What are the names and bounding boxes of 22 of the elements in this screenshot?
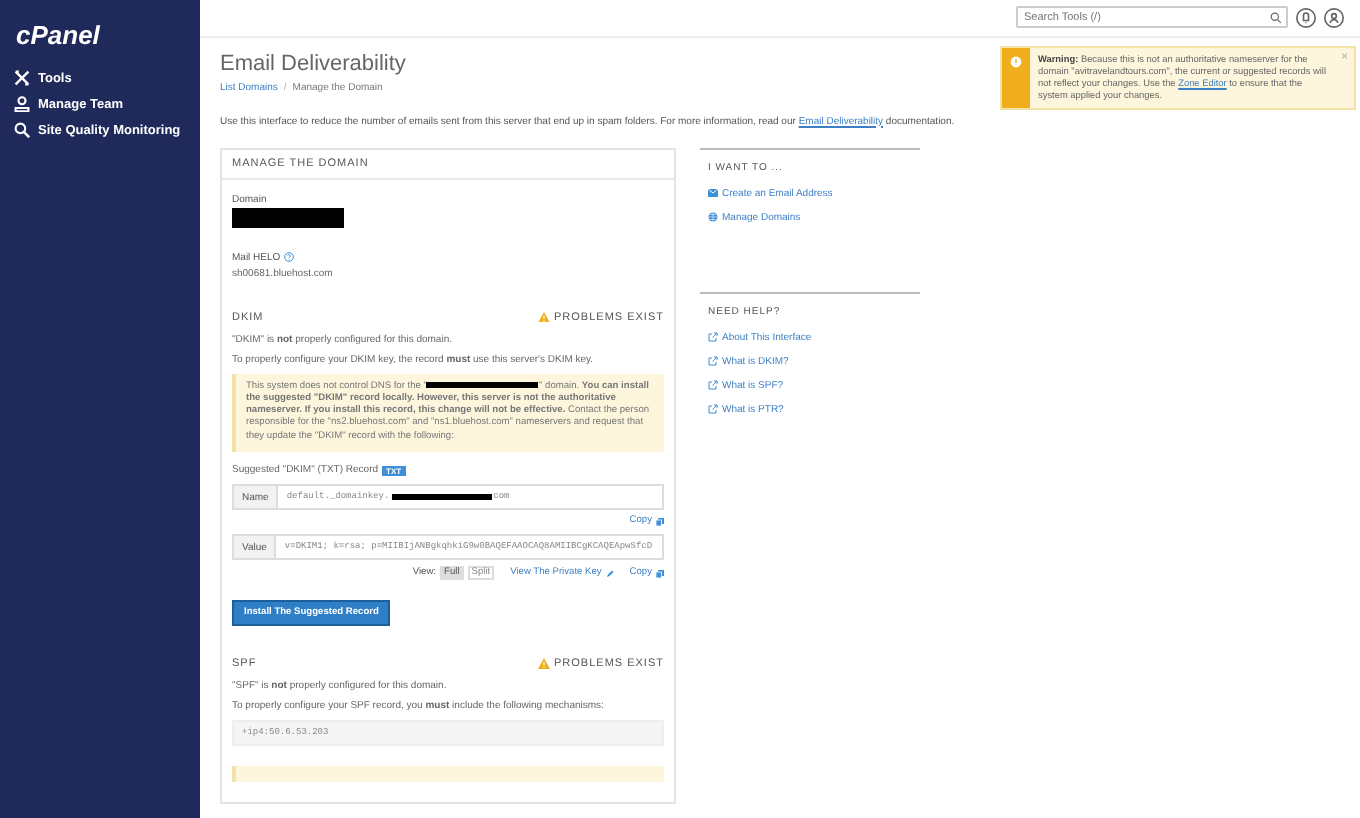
person-icon [14,96,30,112]
warning-icon [538,311,550,323]
help-icon[interactable] [284,252,295,263]
tools-icon [14,70,30,86]
warning-icon [538,658,550,670]
globe-icon [708,212,718,223]
page-title: Email Deliverability [220,51,406,76]
redaction-bar [232,207,344,228]
external-link-icon [708,332,718,343]
magnifier-icon [14,122,30,138]
external-link-icon [708,356,718,367]
external-link-icon [708,404,718,415]
external-link-icon [708,380,718,391]
alert-icon [1010,56,1022,68]
envelope-icon [708,188,718,199]
search-icon [1270,11,1282,24]
copy-icon[interactable] [656,517,664,525]
user-icon[interactable] [1324,7,1344,28]
bell-icon[interactable] [1296,7,1316,28]
pencil-icon[interactable] [605,569,614,577]
copy-icon[interactable] [656,569,664,577]
cpanel-logo[interactable]: cPanel [16,20,100,50]
